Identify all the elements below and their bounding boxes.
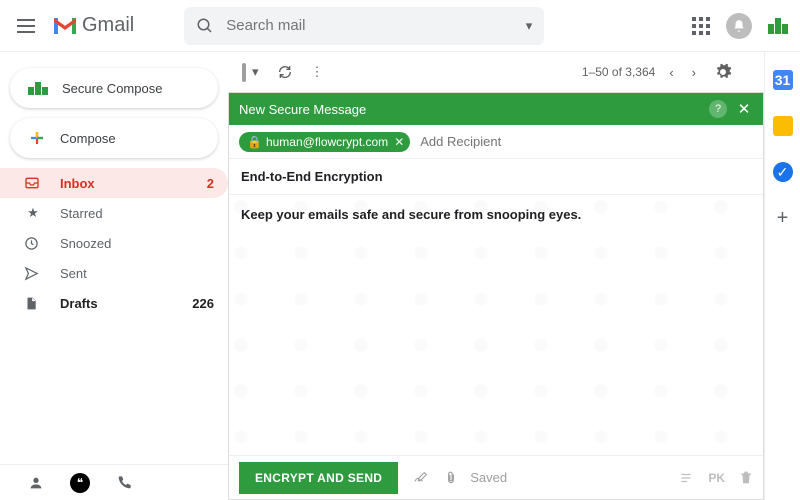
next-page-icon[interactable]: › — [692, 65, 696, 80]
file-icon — [24, 296, 42, 311]
subject-input[interactable] — [229, 159, 763, 195]
nav-list: Inbox 2 ★ Starred Snoozed Sent Drafts 22… — [0, 168, 228, 318]
tasks-icon[interactable]: ✓ — [773, 162, 793, 182]
app-name: Gmail — [82, 14, 134, 37]
menu-icon[interactable] — [12, 12, 40, 40]
page-count: 1–50 of 3,364 — [582, 65, 655, 79]
nav-label: Snoozed — [60, 236, 111, 251]
compose-window: New Secure Message ? ✕ 🔒 human@flowcrypt… — [228, 92, 764, 500]
close-icon[interactable]: ✕ — [735, 100, 753, 118]
nav-starred[interactable]: ★ Starred — [0, 198, 228, 228]
compose-titlebar[interactable]: New Secure Message ? ✕ — [229, 93, 763, 125]
search-bar[interactable]: ▾ — [184, 7, 544, 45]
encrypt-send-button[interactable]: ENCRYPT AND SEND — [239, 462, 398, 494]
secure-compose-label: Secure Compose — [62, 81, 162, 96]
compose-button[interactable]: Compose — [10, 118, 218, 158]
send-icon — [24, 266, 42, 281]
nav-count: 226 — [192, 296, 214, 311]
save-status: Saved — [470, 470, 507, 485]
search-icon — [196, 17, 214, 35]
secure-compose-button[interactable]: Secure Compose — [10, 68, 218, 108]
nav-count: 2 — [207, 176, 214, 191]
select-dropdown-icon[interactable]: ▾ — [252, 64, 259, 80]
nav-sent[interactable]: Sent — [0, 258, 228, 288]
select-checkbox[interactable] — [242, 65, 246, 80]
contacts-icon[interactable] — [28, 475, 44, 491]
calendar-icon[interactable]: 31 — [773, 70, 793, 90]
compose-title: New Secure Message — [239, 102, 366, 117]
recipients-row[interactable]: 🔒 human@flowcrypt.com ✕ — [229, 125, 763, 159]
flowcrypt-icon — [28, 82, 48, 95]
search-options-icon[interactable]: ▾ — [526, 18, 533, 34]
compose-label: Compose — [60, 131, 116, 146]
star-icon: ★ — [24, 205, 42, 221]
remove-recipient-icon[interactable]: ✕ — [394, 135, 404, 149]
keep-icon[interactable] — [773, 116, 793, 136]
inbox-icon — [24, 175, 42, 191]
content-area: ▾ ⋮ 1–50 of 3,364 ‹ › New Secure Message… — [228, 52, 764, 500]
app-header: Gmail ▾ — [0, 0, 800, 52]
apps-icon[interactable] — [692, 17, 710, 35]
clock-icon — [24, 236, 42, 251]
hangouts-icon[interactable]: ❝ — [70, 473, 90, 493]
notifications-icon[interactable] — [726, 13, 752, 39]
more-icon[interactable]: ⋮ — [311, 64, 324, 80]
add-addon-icon[interactable]: + — [773, 208, 793, 228]
nav-label: Sent — [60, 266, 87, 281]
compose-footer: ENCRYPT AND SEND Saved PK — [229, 455, 763, 499]
search-input[interactable] — [226, 17, 525, 34]
message-body[interactable]: Keep your emails safe and secure from sn… — [229, 195, 763, 455]
attach-icon[interactable] — [444, 469, 458, 487]
nav-drafts[interactable]: Drafts 226 — [0, 288, 228, 318]
flowcrypt-logo-icon[interactable] — [768, 18, 788, 34]
signature-icon[interactable] — [412, 470, 430, 486]
sidebar: Secure Compose Compose Inbox 2 ★ Starred… — [0, 52, 228, 500]
phone-icon[interactable] — [116, 475, 132, 491]
nav-label: Drafts — [60, 296, 98, 311]
prev-page-icon[interactable]: ‹ — [669, 65, 673, 80]
settings-icon[interactable] — [714, 63, 732, 81]
add-recipient-input[interactable] — [420, 134, 753, 149]
help-icon[interactable]: ? — [709, 100, 727, 118]
mail-toolbar: ▾ ⋮ 1–50 of 3,364 ‹ › — [228, 52, 764, 92]
refresh-icon[interactable] — [277, 64, 293, 80]
format-icon[interactable] — [678, 471, 694, 485]
nav-snoozed[interactable]: Snoozed — [0, 228, 228, 258]
discard-icon[interactable] — [739, 470, 753, 486]
nav-label: Starred — [60, 206, 103, 221]
sidebar-footer: ❝ — [0, 464, 228, 500]
lock-icon: 🔒 — [247, 135, 262, 149]
gmail-m-icon — [52, 16, 78, 36]
pubkey-icon[interactable]: PK — [708, 471, 725, 485]
nav-inbox[interactable]: Inbox 2 — [0, 168, 228, 198]
nav-label: Inbox — [60, 176, 95, 191]
recipient-email: human@flowcrypt.com — [266, 135, 388, 149]
recipient-chip[interactable]: 🔒 human@flowcrypt.com ✕ — [239, 132, 410, 152]
side-panel: 31 ✓ + — [764, 52, 800, 500]
gmail-logo[interactable]: Gmail — [52, 14, 134, 37]
plus-icon — [28, 129, 46, 147]
